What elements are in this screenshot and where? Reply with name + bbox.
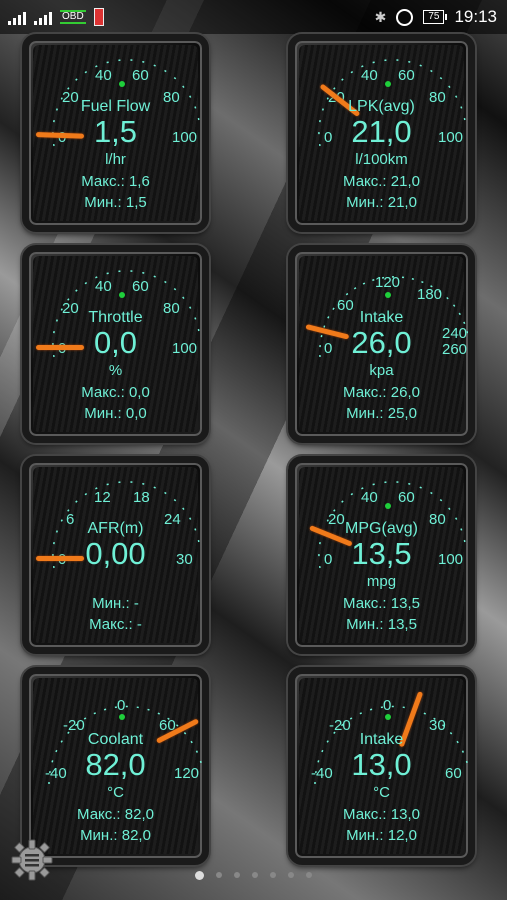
gauge-stat-1: Мин.: - <box>92 595 139 612</box>
gauge-lpk-avg[interactable]: 0 20 40 60 80 100 LPK(avg) 21,0 l/100km … <box>288 34 475 232</box>
gauge-value: 82,0 <box>85 747 146 782</box>
page-dot[interactable] <box>288 872 294 878</box>
gauge-throttle[interactable]: 0 20 40 60 80 100 Throttle 0,0 % Макс.: … <box>22 245 209 443</box>
obd-icon: OBD <box>60 10 86 24</box>
gauge-stat-1: Макс.: 21,0 <box>343 173 420 190</box>
gauge-value: 26,0 <box>351 325 412 360</box>
gauge-stat-2: Мин.: 25,0 <box>346 405 417 422</box>
gauge-tick: 0 <box>383 697 392 714</box>
gauge-pivot <box>385 292 391 298</box>
gauge-mpg-avg[interactable]: 0 20 40 60 80 100 MPG(avg) 13,5 mpg Макс… <box>288 456 475 654</box>
gauge-tick: 40 <box>95 278 112 295</box>
gauge-afr[interactable]: 0 6 12 18 24 30 AFR(m) 0,00 Мин.: - Макс… <box>22 456 209 654</box>
gauge-stat-1: Макс.: 13,5 <box>343 595 420 612</box>
alarm-icon <box>396 8 414 26</box>
gauge-value: 21,0 <box>351 114 412 149</box>
gauge-value: 0,0 <box>93 325 138 360</box>
gauge-stat-1: Макс.: 82,0 <box>77 806 154 823</box>
gauge-stat-1: Макс.: 26,0 <box>343 384 420 401</box>
gauge-tick: 180 <box>417 286 443 303</box>
gauge-unit: kpa <box>369 362 394 379</box>
gauge-stat-1: Макс.: 13,0 <box>343 806 420 823</box>
gauge-tick: 12 <box>94 489 111 506</box>
battery-icon: 75 <box>423 10 448 24</box>
page-indicator <box>0 871 507 880</box>
gauge-pivot <box>119 81 125 87</box>
gauge-tick: 60 <box>132 278 149 295</box>
gauge-unit: % <box>108 362 123 379</box>
page-dot[interactable] <box>306 872 312 878</box>
gauge-tick: 120 <box>375 274 401 291</box>
clock-time: 19:13 <box>454 7 497 26</box>
gauge-value: 1,5 <box>93 114 138 149</box>
gauge-intake-temp[interactable]: -40 -20 0 30 60 Intake 13,0 °C Макс.: 13… <box>288 667 475 865</box>
gauge-unit: °C <box>373 784 390 801</box>
gauge-tick: 60 <box>132 67 149 84</box>
gauge-unit: l/hr <box>105 151 126 168</box>
gauge-tick: 18 <box>133 489 150 506</box>
page-dot[interactable] <box>216 872 222 878</box>
gauge-pivot <box>119 292 125 298</box>
page-dot[interactable] <box>195 871 204 880</box>
gauge-stat-2: Мин.: 1,5 <box>84 194 147 211</box>
gauge-tick: 40 <box>361 67 378 84</box>
gauge-coolant[interactable]: -40 -20 0 60 120 Coolant 82,0 °C Макс.: … <box>22 667 209 865</box>
gauge-stat-2: Мин.: 12,0 <box>346 827 417 844</box>
page-dot[interactable] <box>234 872 240 878</box>
page-dot[interactable] <box>270 872 276 878</box>
gauge-pivot <box>119 714 125 720</box>
status-bar: OBD ✱ 75 19:13 <box>0 0 507 34</box>
gauge-stat-1: Макс.: 1,6 <box>81 173 150 190</box>
gauge-tick: 40 <box>95 67 112 84</box>
gauge-tick: 40 <box>361 489 378 506</box>
signal-1-icon <box>8 9 26 25</box>
page-dot[interactable] <box>252 872 258 878</box>
app-notification-icon <box>93 8 104 26</box>
gauge-tick: 60 <box>398 489 415 506</box>
signal-2-icon <box>34 9 52 25</box>
gauge-unit: °C <box>107 784 124 801</box>
gauge-pivot <box>385 714 391 720</box>
gauge-unit: l/100km <box>355 151 408 168</box>
gauge-unit: mpg <box>366 573 397 590</box>
bluetooth-icon: ✱ <box>374 8 387 25</box>
gauge-pivot <box>385 81 391 87</box>
gauge-fuel-flow[interactable]: 0 20 40 60 80 100 Fuel Flow 1,5 l/hr Мак… <box>22 34 209 232</box>
gauge-tick: 60 <box>398 67 415 84</box>
gauge-tick: 0 <box>117 697 126 714</box>
gauge-stat-1: Макс.: 0,0 <box>81 384 150 401</box>
gauge-intake-pressure[interactable]: 0 60 120 180 240 260 Intake 26,0 kpa Мак… <box>288 245 475 443</box>
gauge-value: 0,00 <box>85 536 146 571</box>
gauge-stat-2: Мин.: 82,0 <box>80 827 151 844</box>
gauge-value: 13,5 <box>351 536 412 571</box>
gauge-stat-2: Мин.: 13,5 <box>346 616 417 633</box>
gauge-stat-2: Мин.: 0,0 <box>84 405 147 422</box>
gauge-stat-2: Макс.: - <box>89 616 142 633</box>
gauge-value: 13,0 <box>351 747 412 782</box>
gauge-pivot <box>385 503 391 509</box>
gauge-stat-2: Мин.: 21,0 <box>346 194 417 211</box>
